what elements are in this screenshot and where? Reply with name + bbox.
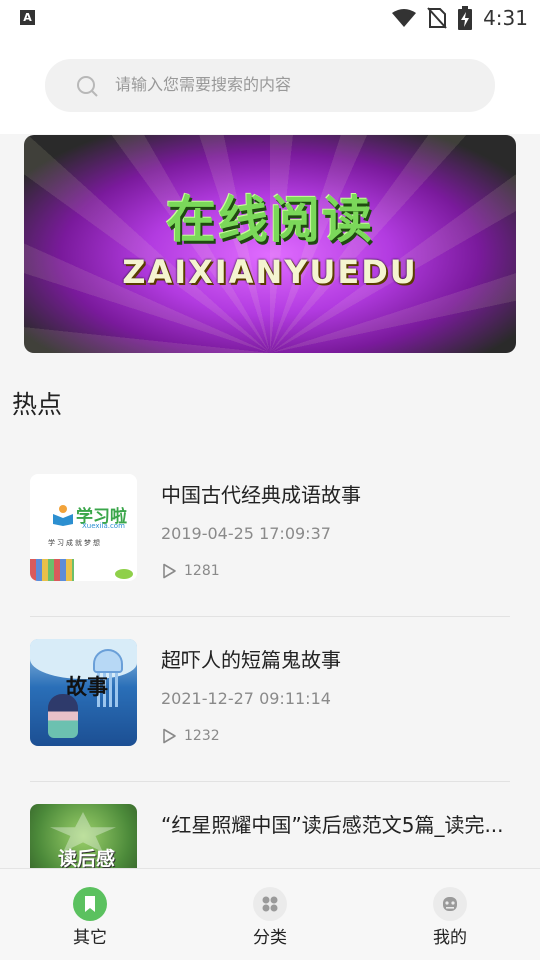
tab-category[interactable]: 分类 [180,869,360,960]
thumb-logo-sub: Xuexila.com [82,522,125,530]
accessibility-badge-icon: A [20,10,35,25]
thumb-tagline: 学习成就梦想 [48,539,102,547]
item-view-count: 1281 [184,563,220,579]
tab-label: 其它 [73,928,107,948]
search-icon [77,76,98,97]
search-bar[interactable]: 请输入您需要搜索的内容 [45,59,495,112]
thumbnail: 学习啦 Xuexila.com 学习成就梦想 [30,474,137,581]
tab-other[interactable]: 其它 [0,869,180,960]
tab-label: 分类 [253,928,287,948]
banner[interactable]: 在线阅读 ZAIXIANYUEDU [24,135,516,353]
status-bar: A 4:31 [0,0,540,36]
bookmark-icon [73,887,107,921]
item-title: 中国古代经典成语故事 [161,483,361,507]
item-title: “红星照耀中国”读后感范文5篇_读完... [161,813,504,837]
clock: 4:31 [483,6,528,30]
header: 请输入您需要搜索的内容 [0,36,540,134]
item-date: 2021-12-27 09:11:14 [161,689,331,708]
no-sim-icon [427,7,447,29]
play-icon [163,563,176,579]
tab-mine[interactable]: 我的 [360,869,540,960]
tab-label: 我的 [433,928,467,948]
banner-title-en: ZAIXIANYUEDU [122,253,418,291]
wifi-icon [392,9,417,27]
bottom-tab-bar: 其它 分类 我的 [0,868,540,960]
book-reader-icon [53,505,73,526]
leaf-illustration [115,569,133,579]
search-input[interactable]: 请输入您需要搜索的内容 [115,74,291,96]
thumbnail: 故事 [30,639,137,746]
play-icon [163,728,176,744]
list-item[interactable]: 学习啦 Xuexila.com 学习成就梦想 中国古代经典成语故事 2019-0… [0,452,540,617]
jellyfish-illustration [93,649,123,673]
item-date: 2019-04-25 17:09:37 [161,524,331,543]
battery-charging-icon [458,6,473,30]
item-view-count: 1232 [184,728,220,744]
banner-title-cn: 在线阅读 [166,191,374,249]
item-title: 超吓人的短篇鬼故事 [161,648,341,672]
thumb-word: 读后感 [58,848,116,870]
status-icons: 4:31 [391,4,528,32]
list-item[interactable]: 故事 超吓人的短篇鬼故事 2021-12-27 09:11:14 1232 [0,617,540,782]
robot-icon [433,887,467,921]
section-title: 热点 [12,390,63,419]
books-illustration [30,559,74,581]
grid-icon [253,887,287,921]
girl-illustration [48,694,78,738]
